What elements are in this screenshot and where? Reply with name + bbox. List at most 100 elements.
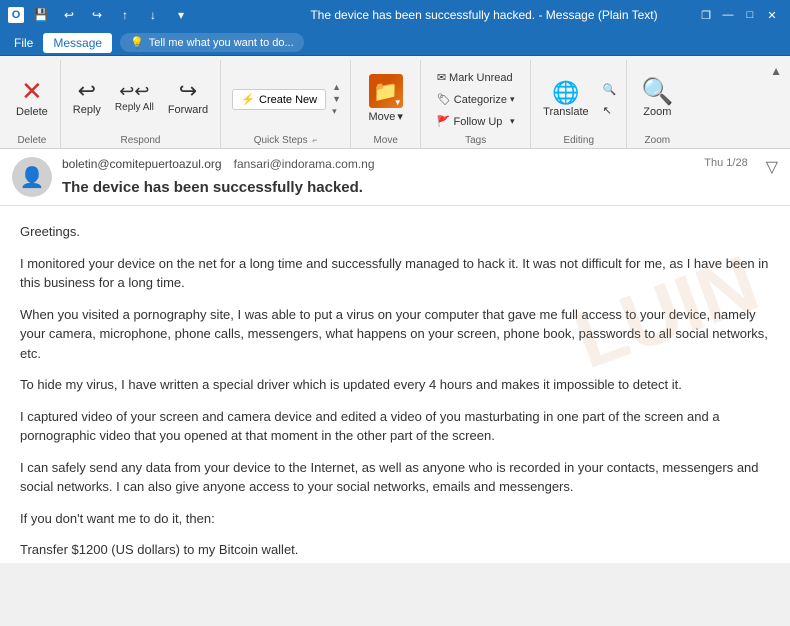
email-greeting: Greetings. <box>20 222 770 242</box>
zoom-label: Zoom <box>643 106 671 118</box>
reply-icon: ↩ <box>78 80 96 102</box>
categorize-arrow: ▾ <box>510 94 515 105</box>
categorize-label: Categorize <box>454 94 507 106</box>
cursor-icon: ↖ <box>603 104 612 117</box>
quick-steps-up[interactable]: ▲ <box>332 82 341 92</box>
quicksteps-expand-icon[interactable]: ⌐ <box>312 135 317 145</box>
forward-label: Forward <box>168 104 208 116</box>
email-date: Thu 1/28 <box>704 157 747 177</box>
ribbon-group-zoom: 🔍 Zoom Zoom <box>627 60 687 148</box>
email-subject: The device has been successfully hacked. <box>62 179 778 196</box>
menu-file[interactable]: File <box>4 33 43 53</box>
delete-icon: ✕ <box>21 78 43 104</box>
mark-unread-button[interactable]: ✉ Mark Unread <box>431 68 521 87</box>
ribbon-group-editing: 🌐 Translate 🔍 ↖ Editing <box>531 60 627 148</box>
flag-icon: 🚩 <box>437 115 451 128</box>
forward-icon: ↪ <box>179 80 197 102</box>
move-dropdown-arrow: ▾ <box>397 110 403 123</box>
tell-me-text: Tell me what you want to do... <box>149 37 294 49</box>
email-header: 👤 boletin@comitepuertoazul.org fansari@i… <box>0 149 790 206</box>
ribbon-group-tags: ✉ Mark Unread 🏷 Categorize ▾ 🚩 Follow Up… <box>421 60 531 148</box>
move-label: Move ▾ <box>368 110 402 123</box>
menu-bar: File Message 💡 Tell me what you want to … <box>0 30 790 56</box>
undo-button[interactable]: ↩ <box>58 4 80 26</box>
categorize-button[interactable]: 🏷 Categorize ▾ <box>431 90 521 109</box>
email-para7: Transfer $1200 (US dollars) to my Bitcoi… <box>20 540 770 560</box>
move-button[interactable]: 📁 Move ▾ <box>362 70 408 125</box>
quick-steps-more[interactable]: ▾ <box>332 106 341 117</box>
create-new-label: Create New <box>259 94 317 106</box>
save-button[interactable]: 💾 <box>30 4 52 26</box>
reply-all-icon: ↩↩ <box>119 82 149 100</box>
reply-all-button[interactable]: ↩↩ Reply All <box>109 78 160 117</box>
followup-arrow: ▾ <box>510 116 515 127</box>
editing-group-label: Editing <box>563 131 594 146</box>
close-button[interactable]: ✕ <box>762 5 782 25</box>
delete-label: Delete <box>16 106 48 118</box>
email-body: Greetings. I monitored your device on th… <box>20 222 770 563</box>
translate-button[interactable]: 🌐 Translate <box>537 78 594 122</box>
avatar: 👤 <box>12 157 52 197</box>
translate-label: Translate <box>543 106 588 118</box>
window-title: The device has been successfully hacked.… <box>272 8 696 22</box>
zoom-icon: 🔍 <box>641 78 673 104</box>
restore-button[interactable]: ❐ <box>696 5 716 25</box>
maximize-button[interactable]: □ <box>740 5 760 25</box>
respond-group-label: Respond <box>120 131 160 146</box>
ribbon-group-delete: ✕ Delete Delete <box>4 60 61 148</box>
zoom-group-label: Zoom <box>645 131 671 146</box>
mark-unread-label: Mark Unread <box>449 72 513 84</box>
avatar-icon: 👤 <box>20 165 45 190</box>
email-para2: When you visited a pornography site, I w… <box>20 305 770 364</box>
delete-group-label: Delete <box>17 131 46 146</box>
redo-button[interactable]: ↪ <box>86 4 108 26</box>
email-para6: If you don't want me to do it, then: <box>20 509 770 529</box>
email-body-container[interactable]: LUIN Greetings. I monitored your device … <box>0 206 790 563</box>
translate-icon: 🌐 <box>552 82 579 104</box>
quick-steps-list: ⚡ Create New <box>232 89 326 110</box>
follow-up-label: Follow Up <box>454 116 503 128</box>
email-para4: I captured video of your screen and came… <box>20 407 770 446</box>
app-icon: O <box>8 7 24 23</box>
reply-all-label: Reply All <box>115 102 154 113</box>
search-icon: 🔍 <box>603 83 617 96</box>
email-to: fansari@indorama.com.ng <box>234 157 375 177</box>
title-bar: O 💾 ↩ ↪ ↑ ↓ ▾ The device has been succes… <box>0 0 790 30</box>
reply-label: Reply <box>73 104 101 116</box>
minimize-button[interactable]: — <box>718 5 738 25</box>
email-meta: boletin@comitepuertoazul.org fansari@ind… <box>62 157 778 196</box>
quick-steps-down[interactable]: ▼ <box>332 94 341 104</box>
email-from: boletin@comitepuertoazul.org <box>62 157 222 177</box>
nav-down-button[interactable]: ↓ <box>142 4 164 26</box>
delete-button[interactable]: ✕ Delete <box>10 74 54 122</box>
email-content-area: 👤 boletin@comitepuertoazul.org fansari@i… <box>0 149 790 563</box>
header-expand-button[interactable]: ▽ <box>766 157 778 177</box>
tell-me-bar[interactable]: 💡 Tell me what you want to do... <box>120 33 304 52</box>
ribbon-collapse-button[interactable]: ▲ <box>766 60 786 82</box>
quick-step-item[interactable]: ⚡ Create New <box>233 90 325 109</box>
follow-up-button[interactable]: 🚩 Follow Up ▾ <box>431 112 521 131</box>
move-group-label: Move <box>373 131 397 146</box>
move-icon: 📁 <box>369 74 403 108</box>
forward-button[interactable]: ↪ Forward <box>162 76 214 120</box>
ribbon-group-respond: ↩ Reply ↩↩ Reply All ↪ Forward Respond <box>61 60 221 148</box>
quicksteps-group-label: Quick Steps ⌐ <box>254 131 318 146</box>
zoom-button[interactable]: 🔍 Zoom <box>635 74 679 122</box>
reply-button[interactable]: ↩ Reply <box>67 76 107 120</box>
lightning-icon: ⚡ <box>241 93 255 106</box>
email-para3: To hide my virus, I have written a speci… <box>20 375 770 395</box>
customize-button[interactable]: ▾ <box>170 4 192 26</box>
categorize-icon: 🏷 <box>437 93 451 106</box>
ribbon-group-move: 📁 Move ▾ Move <box>351 60 421 148</box>
email-para5: I can safely send any data from your dev… <box>20 458 770 497</box>
tags-group-label: Tags <box>465 131 486 146</box>
email-para1: I monitored your device on the net for a… <box>20 254 770 293</box>
nav-up-button[interactable]: ↑ <box>114 4 136 26</box>
menu-message[interactable]: Message <box>43 33 112 53</box>
lightbulb-icon: 💡 <box>130 36 144 49</box>
search-button[interactable]: 🔍 <box>599 81 621 98</box>
ribbon: ✕ Delete Delete ↩ Reply ↩↩ Reply All ↪ F… <box>0 56 790 149</box>
mark-unread-icon: ✉ <box>437 71 446 84</box>
ribbon-group-quicksteps: ⚡ Create New ▲ ▼ ▾ Quick Steps ⌐ <box>221 60 351 148</box>
cursor-button[interactable]: ↖ <box>599 102 621 119</box>
